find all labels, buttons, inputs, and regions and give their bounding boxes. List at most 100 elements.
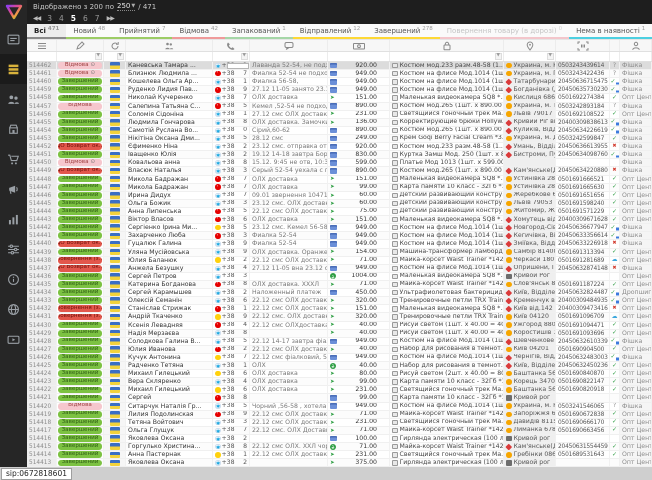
order-row-514442[interactable]: 514442ЗавершенийСергіенко Ірина Ми...+38… bbox=[27, 224, 652, 232]
order-row-514414[interactable]: 514414ЗавершенийАнна Пастернак+38122.12 … bbox=[27, 451, 652, 459]
order-row-514436[interactable]: 514436ЗавершенийСергей Петров+3831004.00… bbox=[27, 273, 652, 281]
tab-vidpravlenyi[interactable]: Відправлений12 bbox=[293, 24, 367, 39]
order-row-514460[interactable]: 514460ЗавершенийКошелева Ольга Ар...+381… bbox=[27, 78, 652, 86]
client-name-cell: Горгулько Христина... bbox=[126, 443, 213, 451]
col-header-comment[interactable] bbox=[250, 40, 328, 51]
page-number-3[interactable]: 3 bbox=[47, 14, 52, 23]
order-row-514441[interactable]: 514441ЗавершенийЗахарченко Люба+383Фиалк… bbox=[27, 232, 652, 240]
order-row-514435[interactable]: 514435ЗавершенийКатерина Богданова+388ОЛ… bbox=[27, 281, 652, 289]
phone-edit-box[interactable] bbox=[227, 63, 249, 70]
manager-cell: Опт Центр bbox=[620, 427, 652, 435]
order-row-514434[interactable]: 514434ЗавершенийСергей Карамышев+382Нало… bbox=[27, 289, 652, 297]
tab-zavershenyi[interactable]: Завершений278 bbox=[367, 24, 440, 39]
order-row-514416[interactable]: 514416ЗавершенийЯковлева Оксана+382100.0… bbox=[27, 435, 652, 443]
order-row-514431[interactable]: 514431Повернення (з...Андрій Ткаченко+38… bbox=[27, 313, 652, 321]
order-row-514433[interactable]: 514433ЗавершенийОлексій Семанін+38622.12… bbox=[27, 297, 652, 305]
page-number-4[interactable]: 4 bbox=[59, 14, 64, 23]
sidebar-item-statistics[interactable] bbox=[0, 204, 27, 234]
order-row-514457[interactable]: 514457ВідмоваСалепина Татьяна С...+385Ке… bbox=[27, 103, 652, 111]
col-header-status[interactable] bbox=[57, 40, 104, 51]
col-header-track-status[interactable] bbox=[610, 40, 620, 51]
col-header-address[interactable] bbox=[504, 40, 556, 51]
order-row-514425[interactable]: 514425ЗавершенийРадченко Тетяна+381ОЛХ40… bbox=[27, 362, 652, 370]
filter-dropdown-button[interactable]: ▼ bbox=[117, 53, 124, 60]
order-row-514422[interactable]: 514422ЗавершенийМихаил Гилецький+386ОЛХ … bbox=[27, 386, 652, 394]
sidebar-item-web[interactable] bbox=[0, 294, 27, 324]
order-row-514448[interactable]: 514448ЗавершенийМикола Бадражан+387ОЛХ д… bbox=[27, 176, 652, 184]
tab-nema-v-naiavnosti[interactable]: Нема в наявності1 bbox=[569, 24, 652, 39]
col-header-phone[interactable] bbox=[213, 40, 250, 51]
order-row-514438[interactable]: 514438Повернення (з...Юлия Баланюк+38222… bbox=[27, 257, 652, 265]
order-row-514454[interactable]: 514454ЗавершенийСамотій Руслана Во...+38… bbox=[27, 127, 652, 135]
order-row-514443[interactable]: 514443ЗавершенийВіктор Власов+386ОЛХ дос… bbox=[27, 216, 652, 224]
order-row-514415[interactable]: 514415ЗавершенийГоргулько Христина...+38… bbox=[27, 443, 652, 451]
order-row-514456[interactable]: 514456ЗавершенийСоломія Сідоніна+38127.1… bbox=[27, 111, 652, 119]
sidebar-item-info[interactable] bbox=[0, 264, 27, 294]
order-row-514423[interactable]: 514423ЗавершенийВера Скляренко+384ОЛХ до… bbox=[27, 378, 652, 386]
col-header-tracking[interactable] bbox=[556, 40, 610, 51]
order-row-514452[interactable]: 514452ДО Возврат ок...Єфименко Ніна+3822… bbox=[27, 143, 652, 151]
order-row-514418[interactable]: 514418ЗавершенийТетяна Войтович+38322.12… bbox=[27, 419, 652, 427]
sidebar-item-purchases[interactable] bbox=[0, 144, 27, 174]
order-row-514444[interactable]: 514444ЗавершенийАнна Липенська+38522.12 … bbox=[27, 208, 652, 216]
filter-dropdown-button[interactable]: ▼ bbox=[95, 53, 102, 60]
page-number-5[interactable]: 5 bbox=[71, 14, 76, 23]
col-header-client[interactable] bbox=[126, 40, 213, 51]
last-page-button[interactable]: ▶▶ bbox=[107, 15, 114, 22]
col-header-product[interactable] bbox=[390, 40, 504, 51]
tab-novyi[interactable]: Новий48 bbox=[66, 24, 112, 39]
filter-dropdown-button[interactable]: ▼ bbox=[495, 53, 502, 60]
sidebar-item-video[interactable] bbox=[0, 324, 27, 354]
col-header-manager[interactable] bbox=[620, 40, 652, 51]
app-logo[interactable] bbox=[0, 0, 27, 24]
sidebar-item-clients[interactable] bbox=[0, 84, 27, 114]
filter-dropdown-button[interactable]: ▼ bbox=[547, 53, 554, 60]
tab-vidmova[interactable]: Відмова42 bbox=[172, 24, 225, 39]
page-number-6[interactable]: 6 bbox=[83, 14, 88, 23]
tab-povernennia-v-dorozi[interactable]: Повернення товару (в дорозі)0 bbox=[440, 24, 569, 39]
tab-zapakovanyi[interactable]: Запакований1 bbox=[225, 24, 293, 39]
first-page-button[interactable]: ◀◀ bbox=[33, 15, 40, 22]
sidebar-item-store[interactable] bbox=[0, 114, 27, 144]
order-row-514446[interactable]: 514446ЗавершенийИрина Дидух+38709.01 зве… bbox=[27, 192, 652, 200]
sidebar-item-dashboard[interactable] bbox=[0, 24, 27, 54]
order-row-514420[interactable]: 514420ВідмоваСитарчук Наталія Гр...+385Ч… bbox=[27, 403, 652, 411]
order-row-514421[interactable]: 514421ЗавершенийСергей+38899.00Карта пам… bbox=[27, 394, 652, 402]
sidebar-item-settings[interactable] bbox=[0, 234, 27, 264]
order-row-514439[interactable]: 514439ЗавершенийУляна Мусійовська+389ОЛХ… bbox=[27, 249, 652, 257]
tab-vsi[interactable]: Всі471 bbox=[27, 24, 66, 39]
order-row-514453[interactable]: 514453ЗавершенийНікітіна Оксана Дми...+3… bbox=[27, 135, 652, 143]
order-row-514462[interactable]: 514462Відмова⊙Каневська Тамара ...+381Ла… bbox=[27, 62, 652, 70]
col-header-country[interactable] bbox=[104, 40, 126, 51]
order-row-514458[interactable]: 514458ЗавершенийНиколай Кучеренко+387ОЛХ… bbox=[27, 94, 652, 102]
order-row-514440[interactable]: 514440ДО Возврат ок...Гуцалюк Галина+389… bbox=[27, 240, 652, 248]
filter-dropdown-button[interactable]: ▼ bbox=[241, 53, 248, 60]
order-row-514428[interactable]: 514428ЗавершенийСолодкова Галина В...+38… bbox=[27, 338, 652, 346]
order-row-514413[interactable]: 514413ЗавершенийЯковлева Оксана+382375.0… bbox=[27, 459, 652, 467]
order-row-514426[interactable]: 514426ЗавершенийКучук Антонина+38722.12 … bbox=[27, 354, 652, 362]
sidebar-item-marketing[interactable] bbox=[0, 174, 27, 204]
order-row-514449[interactable]: 514449ДО Возврат ок...Власюк Наталья+383… bbox=[27, 167, 652, 175]
sip-call-indicator[interactable]: sip:0672818601 bbox=[1, 468, 72, 480]
col-header-total[interactable] bbox=[328, 40, 390, 51]
col-header-id[interactable] bbox=[27, 40, 57, 51]
order-row-514430[interactable]: 514430ЗавершенийКсенія Левадняя+38422.12… bbox=[27, 322, 652, 330]
order-row-514455[interactable]: 514455ЗавершенийЛюдмила Гончарова+388ОЛХ… bbox=[27, 119, 652, 127]
order-row-514461[interactable]: 514461Відмова⊙Близнюк Людмила ...+387Фиа… bbox=[27, 70, 652, 78]
order-row-514450[interactable]: 514450Відмова⊙Ковальова анна+38815.12. 9… bbox=[27, 159, 652, 167]
order-row-514445[interactable]: 514445ЗавершенийОльга Божик+38323.12 смс… bbox=[27, 200, 652, 208]
order-row-514447[interactable]: 514447ЗавершенийМикола Бадражан+387ОЛХ д… bbox=[27, 184, 652, 192]
order-row-514419[interactable]: 514419ЗавершенийЛилия Подолинская+38922.… bbox=[27, 411, 652, 419]
page-number-7[interactable]: 7 bbox=[95, 14, 100, 23]
page-size-dropdown[interactable]: 250▼ bbox=[117, 2, 135, 11]
order-row-514417[interactable]: 514417ЗавершенийОльга Глущук+38722.12 см… bbox=[27, 427, 652, 435]
order-row-514432[interactable]: 514432Повернення (з...Станіслав Стрижак+… bbox=[27, 305, 652, 313]
sidebar-item-orders[interactable] bbox=[0, 54, 27, 84]
order-row-514424[interactable]: 514424ЗавершенийМихаил Гилецький+386ОЛХ … bbox=[27, 370, 652, 378]
order-row-514451[interactable]: 514451ЗавершенийІващенко Юлія+38219.12 1… bbox=[27, 151, 652, 159]
order-row-514459[interactable]: 514459ЗавершенийРуденко Лидия Пав...+389… bbox=[27, 86, 652, 94]
order-row-514429[interactable]: 514429ЗавершенийНадія Мерзаєва+38840.00Р… bbox=[27, 330, 652, 338]
tab-pryiniatyi[interactable]: Прийнятий7 bbox=[112, 24, 172, 39]
order-row-514427[interactable]: 514427ЗавершенийЮлия Иванова+38222.12 см… bbox=[27, 346, 652, 354]
order-row-514437[interactable]: 514437ДО Возврат ок...Анжела Безушку+384… bbox=[27, 265, 652, 273]
